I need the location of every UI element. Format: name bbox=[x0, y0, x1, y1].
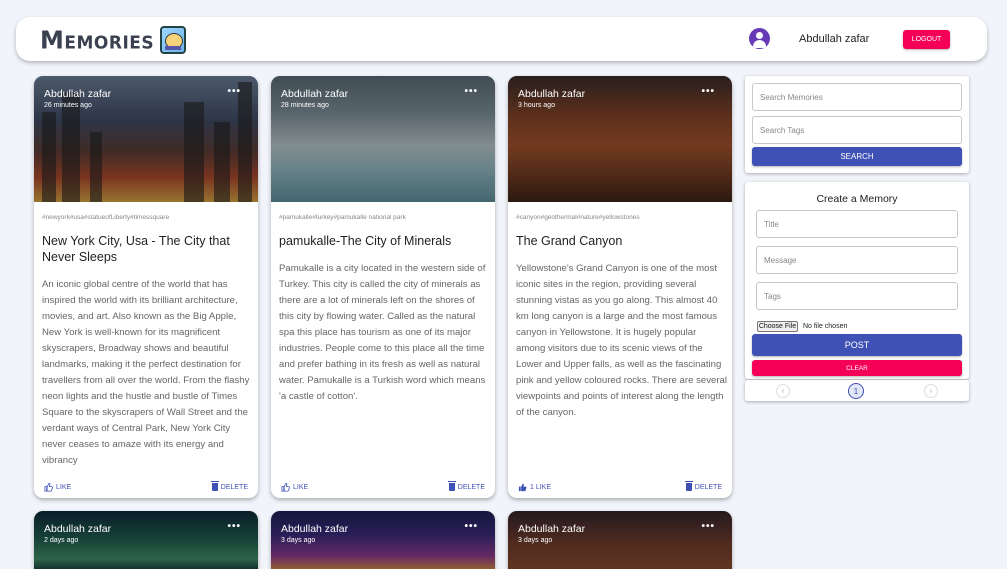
choose-file-button[interactable]: Choose File bbox=[757, 321, 798, 332]
post-description: Yellowstone's Grand Canyon is one of the… bbox=[516, 263, 727, 418]
pagination: ‹ 1 › bbox=[745, 380, 969, 401]
thumb-up-outline-icon bbox=[281, 483, 290, 492]
post-card[interactable]: Abdullah zafar 28 minutes ago ••• #pamuk… bbox=[271, 76, 495, 498]
trash-icon bbox=[447, 481, 456, 491]
like-button[interactable]: LIKE bbox=[44, 483, 71, 492]
post-card[interactable]: Abdullah zafar 3 hours ago ••• #canyon#g… bbox=[508, 76, 732, 498]
file-status: No file chosen bbox=[803, 323, 848, 330]
like-label: LIKE bbox=[293, 484, 309, 491]
post-author: Abdullah zafar bbox=[281, 88, 349, 100]
brand[interactable]: Memories bbox=[40, 25, 187, 55]
post-title: pamukalle-The City of Minerals bbox=[279, 234, 452, 248]
more-icon[interactable]: ••• bbox=[701, 521, 715, 532]
delete-button[interactable]: DELETE bbox=[684, 481, 722, 491]
logout-button[interactable]: LOGOUT bbox=[903, 30, 950, 49]
delete-button[interactable]: DELETE bbox=[210, 481, 248, 491]
post-time: 2 days ago bbox=[44, 537, 79, 544]
form-title: Create a Memory bbox=[816, 193, 898, 205]
search-tags-input[interactable]: Search Tags bbox=[752, 116, 962, 144]
avatar[interactable] bbox=[749, 28, 770, 49]
like-button[interactable]: 1 LIKE bbox=[518, 483, 551, 492]
tags-field[interactable]: Tags bbox=[756, 282, 958, 310]
post-time: 26 minutes ago bbox=[44, 102, 92, 109]
post-title: New York City, Usa - The City that Never… bbox=[42, 234, 230, 264]
trash-icon bbox=[210, 481, 219, 491]
post-card[interactable]: Abdullah zafar 2 days ago ••• bbox=[34, 511, 258, 569]
trash-icon bbox=[684, 481, 693, 491]
brand-title: Memories bbox=[40, 25, 155, 55]
post-author: Abdullah zafar bbox=[281, 523, 349, 535]
delete-button[interactable]: DELETE bbox=[447, 481, 485, 491]
post-author: Abdullah zafar bbox=[44, 88, 112, 100]
memories-logo-icon bbox=[160, 26, 187, 54]
clear-button[interactable]: CLEAR bbox=[752, 360, 962, 376]
thumb-up-outline-icon bbox=[44, 483, 53, 492]
post-button[interactable]: POST bbox=[752, 334, 962, 356]
more-icon[interactable]: ••• bbox=[227, 86, 241, 97]
page-button[interactable]: 1 bbox=[848, 383, 864, 399]
post-time: 28 minutes ago bbox=[281, 102, 329, 109]
more-icon[interactable]: ••• bbox=[701, 86, 715, 97]
post-tags: #pamukalle#turkey#pamukalle national par… bbox=[279, 214, 406, 221]
delete-label: DELETE bbox=[220, 483, 248, 491]
like-label: LIKE bbox=[56, 484, 72, 491]
username: Abdullah zafar bbox=[799, 33, 870, 45]
post-tags: #newyork#usa#statueofLiberty#timessquare bbox=[42, 214, 170, 221]
post-card[interactable]: Abdullah zafar 3 days ago ••• bbox=[271, 511, 495, 569]
post-author: Abdullah zafar bbox=[518, 523, 586, 535]
more-icon[interactable]: ••• bbox=[464, 86, 478, 97]
post-author: Abdullah zafar bbox=[44, 523, 112, 535]
app-bar: Memories Abdullah zafar LOGOUT bbox=[16, 17, 987, 61]
post-time: 3 days ago bbox=[281, 537, 316, 544]
delete-label: DELETE bbox=[457, 483, 485, 491]
post-tags: #canyon#geothermal#nature#yellowstones bbox=[516, 214, 640, 221]
next-page-button[interactable]: › bbox=[924, 384, 938, 398]
more-icon[interactable]: ••• bbox=[227, 521, 241, 532]
post-author: Abdullah zafar bbox=[518, 88, 586, 100]
like-label: 1 LIKE bbox=[530, 484, 552, 491]
create-memory-panel: Create a Memory Title Message Tags Choos… bbox=[745, 182, 969, 379]
prev-page-button[interactable]: ‹ bbox=[776, 384, 790, 398]
post-title: The Grand Canyon bbox=[516, 234, 623, 248]
delete-label: DELETE bbox=[694, 483, 722, 491]
title-field[interactable]: Title bbox=[756, 210, 958, 238]
post-description: Pamukalle is a city located in the weste… bbox=[279, 263, 486, 402]
thumb-up-filled-icon bbox=[518, 483, 527, 492]
message-field[interactable]: Message bbox=[756, 246, 958, 274]
search-panel: Search Memories Search Tags SEARCH bbox=[745, 76, 969, 173]
search-button[interactable]: SEARCH bbox=[752, 147, 962, 166]
like-button[interactable]: LIKE bbox=[281, 483, 308, 492]
post-description: An iconic global centre of the world tha… bbox=[42, 279, 250, 466]
post-time: 3 days ago bbox=[518, 537, 553, 544]
user-icon bbox=[756, 32, 763, 39]
post-time: 3 hours ago bbox=[518, 102, 555, 109]
search-memories-input[interactable]: Search Memories bbox=[752, 83, 962, 111]
post-card[interactable]: Abdullah zafar 3 days ago ••• bbox=[508, 511, 732, 569]
more-icon[interactable]: ••• bbox=[464, 521, 478, 532]
post-card[interactable]: Abdullah zafar 26 minutes ago ••• #newyo… bbox=[34, 76, 258, 498]
